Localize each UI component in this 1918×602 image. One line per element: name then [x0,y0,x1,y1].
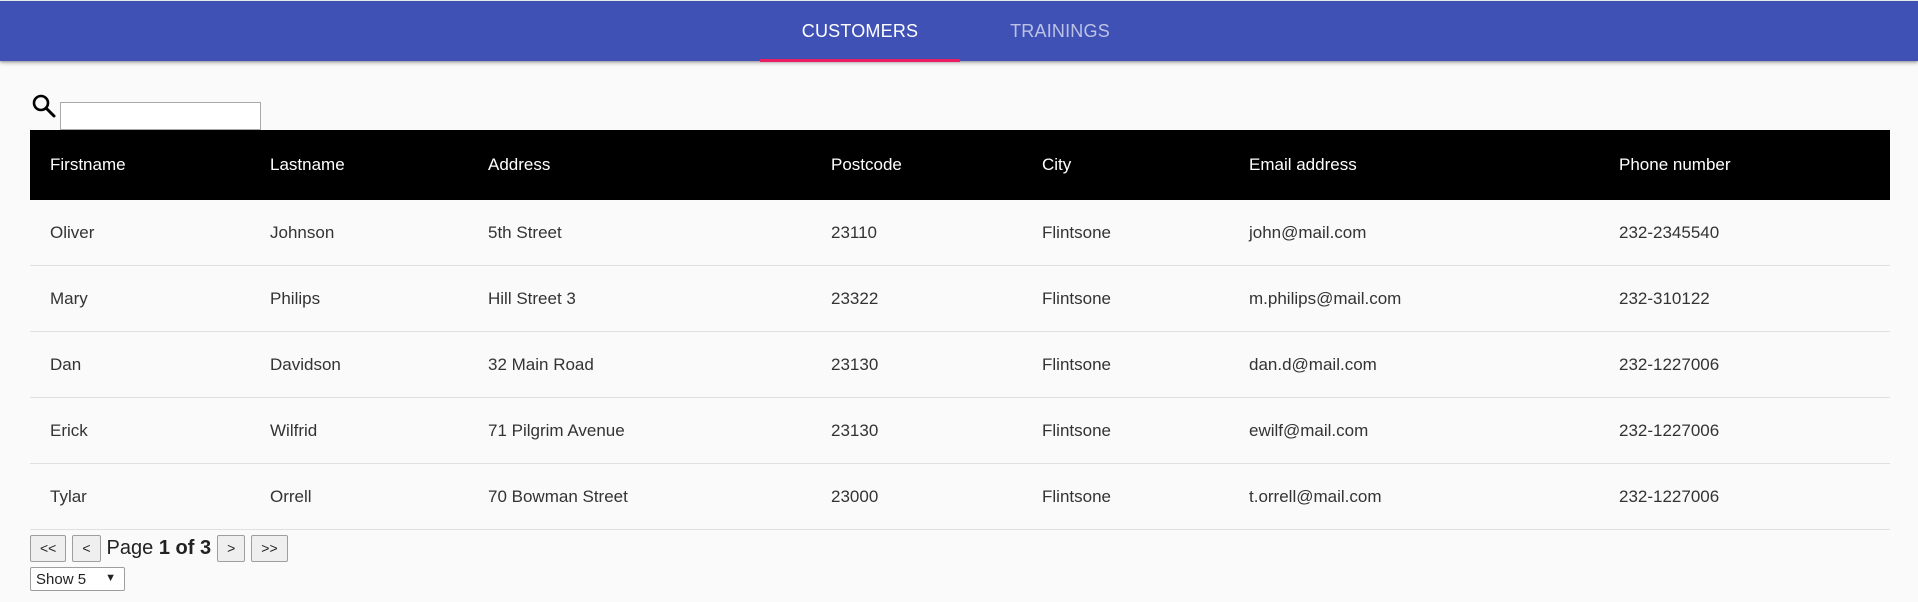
page-word: Page [106,536,154,559]
column-header-address[interactable]: Address [488,155,550,175]
table-row: Oliver Johnson 5th Street 23110 Flintson… [30,200,1890,266]
cell-firstname: Mary [50,288,88,308]
cell-lastname: Philips [270,288,321,308]
cell-phone: 232-1227006 [1619,354,1720,374]
cell-lastname: Davidson [270,354,341,374]
cell-city: Flintsone [1042,222,1111,242]
cell-email: john@mail.com [1249,222,1367,242]
tab-customers[interactable]: CUSTOMERS [760,1,960,62]
cell-city: Flintsone [1042,486,1111,506]
cell-phone: 232-1227006 [1619,486,1720,506]
cell-email: dan.d@mail.com [1249,354,1377,374]
cell-postcode: 23322 [831,288,879,308]
table-row: Tylar Orrell 70 Bowman Street 23000 Flin… [30,464,1890,530]
cell-firstname: Oliver [50,222,95,242]
cell-firstname: Tylar [50,486,87,506]
current-page: 1 [158,536,170,559]
cell-postcode: 23130 [831,420,879,440]
cell-phone: 232-2345540 [1619,222,1720,242]
search-input[interactable] [60,102,261,130]
active-tab-indicator [760,59,960,62]
search-icon [32,94,56,118]
app-bar: CUSTOMERS TRAININGS [0,0,1918,62]
cell-address: 32 Main Road [488,354,594,374]
cell-city: Flintsone [1042,420,1111,440]
next-page-button[interactable]: > [217,534,246,562]
last-page-button[interactable]: >> [251,534,288,562]
cell-postcode: 23130 [831,354,879,374]
tab-trainings[interactable]: TRAININGS [960,1,1160,62]
cell-postcode: 23110 [831,222,878,242]
cell-city: Flintsone [1042,354,1111,374]
cell-address: 5th Street [488,222,562,242]
cell-postcode: 23000 [831,486,879,506]
cell-address: Hill Street 3 [488,288,576,308]
column-header-email[interactable]: Email address [1249,155,1357,175]
cell-email: t.orrell@mail.com [1249,486,1382,506]
cell-firstname: Erick [50,420,88,440]
table-row: Erick Wilfrid 71 Pilgrim Avenue 23130 Fl… [30,398,1890,464]
cell-address: 71 Pilgrim Avenue [488,420,625,440]
cell-lastname: Johnson [270,222,335,242]
caret-down-icon: ▼ [105,572,116,584]
cell-phone: 232-310122 [1619,288,1710,308]
page-size-label: Show 5 [36,570,87,588]
page-size-select[interactable]: Show 5 ▼ [30,567,125,591]
cell-phone: 232-1227006 [1619,420,1720,440]
column-header-firstname[interactable]: Firstname [50,155,126,175]
pagination: << < Page 1 of 3 > >> [30,534,294,562]
cell-address: 70 Bowman Street [488,486,628,506]
column-header-city[interactable]: City [1042,155,1071,175]
total-pages: 3 [199,536,212,559]
table-row: Dan Davidson 32 Main Road 23130 Flintson… [30,332,1890,398]
cell-lastname: Orrell [270,486,312,506]
cell-firstname: Dan [50,354,82,374]
page-indicator: Page 1 of 3 [107,537,212,560]
customers-table: Firstname Lastname Address Postcode City… [30,130,1890,530]
of-word: of [175,536,195,559]
cell-lastname: Wilfrid [270,420,318,440]
column-header-phone[interactable]: Phone number [1619,155,1731,175]
table-header-row: Firstname Lastname Address Postcode City… [30,130,1890,200]
cell-city: Flintsone [1042,288,1111,308]
previous-page-button[interactable]: < [72,534,101,562]
column-header-lastname[interactable]: Lastname [270,155,345,175]
table-row: Mary Philips Hill Street 3 23322 Flintso… [30,266,1890,332]
cell-email: ewilf@mail.com [1249,420,1369,440]
cell-email: m.philips@mail.com [1249,288,1402,308]
column-header-postcode[interactable]: Postcode [831,155,902,175]
first-page-button[interactable]: << [30,534,67,562]
